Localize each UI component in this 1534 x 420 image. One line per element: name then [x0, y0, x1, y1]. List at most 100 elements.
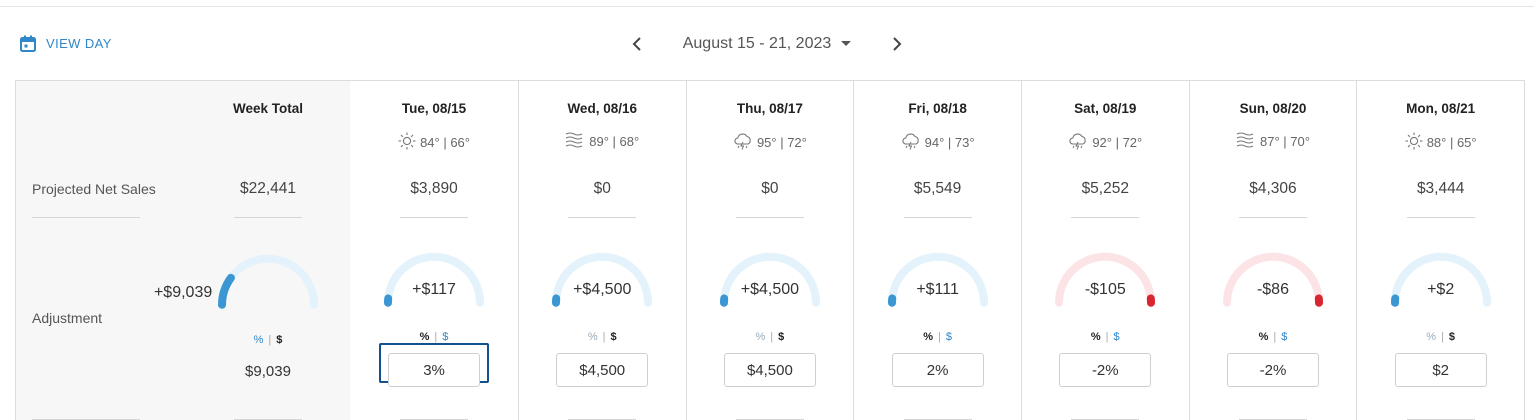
toggle-separator: |	[770, 331, 774, 343]
projected-sales-value: $0	[761, 180, 779, 197]
weather-forecast: 88° | 65°	[1357, 132, 1524, 153]
adjustment-input[interactable]	[723, 353, 816, 387]
adjustment-input[interactable]	[891, 353, 984, 387]
day-column: Thu, 08/17 95° | 72° $0 +$4,500 % | $	[685, 81, 854, 420]
week-navigator: August 15 - 21, 2023	[0, 30, 1534, 58]
top-divider	[0, 6, 1534, 7]
dollar-toggle[interactable]: $	[276, 334, 282, 346]
dollar-toggle[interactable]: $	[946, 331, 952, 343]
toggle-separator: |	[1441, 331, 1444, 343]
toggle-separator: |	[1105, 331, 1109, 343]
weather-forecast: 94° | 73°	[854, 132, 1021, 153]
temperature-range: 95° | 72°	[756, 135, 807, 150]
percent-toggle[interactable]: %	[420, 331, 430, 343]
projected-sales-value: $3,890	[410, 180, 458, 197]
dollar-toggle[interactable]: $	[442, 331, 448, 343]
toggle-separator: |	[434, 331, 438, 343]
previous-week-button[interactable]	[625, 32, 649, 56]
percent-toggle[interactable]: %	[1091, 331, 1101, 343]
date-range-label: August 15 - 21, 2023	[682, 35, 832, 52]
column-divider	[400, 217, 469, 218]
adjustment-input[interactable]	[1059, 353, 1152, 387]
week-total-column: Projected Net Sales Adjustment Week Tota…	[16, 81, 351, 420]
adjustment-input[interactable]	[1226, 353, 1319, 387]
day-header: Wed, 08/16	[567, 101, 637, 116]
percent-toggle[interactable]: %	[1426, 331, 1436, 343]
sun-icon	[1405, 132, 1423, 153]
day-column: Fri, 08/18 94° | 73° $5,549 +$111 % | $	[853, 81, 1021, 420]
toggle-separator: |	[937, 331, 941, 343]
day-column: Sun, 08/20 87° | 70° $4,306 -$86 % | $	[1188, 81, 1357, 420]
week-total-header: Week Total	[232, 101, 304, 116]
caret-down-icon	[841, 41, 852, 46]
weather-forecast: 87° | 70°	[1190, 132, 1357, 151]
adjustment-mode-toggle[interactable]: % | $	[687, 331, 854, 343]
adjustment-mode-toggle[interactable]: % | $	[1357, 331, 1524, 343]
week-total-sales: $22,441	[239, 180, 297, 197]
adjustment-label: Adjustment	[32, 310, 103, 326]
percent-toggle[interactable]: %	[923, 331, 933, 343]
calendar-icon	[20, 35, 36, 52]
toggle-separator: |	[602, 331, 606, 343]
column-divider	[735, 217, 804, 218]
day-header: Thu, 08/17	[736, 101, 803, 116]
adjustment-mode-toggle[interactable]: % | $	[350, 331, 518, 343]
sales-adjustment-grid: Projected Net Sales Adjustment Week Tota…	[15, 80, 1525, 420]
thunderstorm-icon	[901, 132, 921, 153]
temperature-range: 94° | 73°	[924, 135, 975, 150]
column-divider	[1071, 217, 1140, 218]
projected-net-sales-label: Projected Net Sales	[32, 181, 156, 197]
date-range-dropdown[interactable]: August 15 - 21, 2023	[683, 35, 852, 53]
adjustment-mode-toggle[interactable]: % | $	[519, 331, 686, 343]
column-divider	[568, 217, 637, 218]
adjustment-input[interactable]	[556, 353, 649, 387]
adjustment-amount: +$4,500	[573, 281, 632, 298]
toggle-separator: |	[268, 334, 272, 346]
percent-toggle[interactable]: %	[588, 331, 598, 343]
adjustment-input[interactable]	[1394, 353, 1487, 387]
adjustment-amount: +$111	[916, 281, 959, 298]
dollar-toggle[interactable]: $	[1449, 331, 1455, 343]
adjustment-amount: +$117	[412, 281, 456, 298]
day-header: Tue, 08/15	[401, 101, 467, 116]
column-divider	[1406, 217, 1475, 218]
percent-toggle[interactable]: %	[756, 331, 766, 343]
wind-icon	[1236, 132, 1256, 151]
projected-sales-value: $5,549	[913, 180, 962, 197]
week-total-divider	[234, 217, 302, 218]
weather-forecast: 95° | 72°	[687, 132, 854, 153]
dollar-toggle[interactable]: $	[610, 331, 616, 343]
temperature-range: 84° | 66°	[420, 135, 470, 150]
chevron-right-icon	[893, 37, 902, 51]
chevron-left-icon	[632, 37, 641, 51]
adjustment-mode-toggle[interactable]: % | $	[1022, 331, 1189, 343]
weather-forecast: 89° | 68°	[519, 132, 686, 151]
adjustment-mode-toggle[interactable]: % | $	[1190, 331, 1357, 343]
day-header: Fri, 08/18	[908, 101, 967, 116]
week-total-gauge	[218, 254, 318, 309]
dollar-toggle[interactable]: $	[1281, 331, 1287, 343]
adjustment-amount: +$4,500	[740, 281, 800, 298]
dollar-toggle[interactable]: $	[778, 331, 784, 343]
temperature-range: 88° | 65°	[1426, 135, 1477, 150]
percent-toggle[interactable]: %	[1259, 331, 1269, 343]
day-column: Sat, 08/19 92° | 72° $5,252 -$105 % | $	[1020, 81, 1189, 420]
percent-toggle[interactable]: %	[254, 334, 264, 346]
day-column: Wed, 08/16 89° | 68° $0 +$4,500 % | $	[517, 81, 686, 420]
wind-icon	[565, 132, 585, 151]
temperature-range: 87° | 70°	[1260, 134, 1310, 149]
next-week-button[interactable]	[885, 32, 909, 56]
week-total-value: $9,039	[245, 363, 291, 380]
thunderstorm-icon	[733, 132, 753, 153]
adjustment-amount: -$105	[1084, 281, 1126, 298]
label-divider	[32, 217, 140, 218]
projected-sales-value: $0	[593, 180, 611, 197]
adjustment-input[interactable]	[388, 353, 481, 387]
weather-forecast: 84° | 66°	[350, 132, 518, 153]
view-day-button[interactable]: VIEW DAY	[20, 34, 112, 52]
adjustment-amount: -$86	[1256, 281, 1289, 298]
dollar-toggle[interactable]: $	[1114, 331, 1120, 343]
week-total-mode-toggle[interactable]: % | $	[216, 334, 320, 346]
adjustment-mode-toggle[interactable]: % | $	[854, 331, 1021, 343]
projected-sales-value: $5,252	[1081, 180, 1129, 197]
